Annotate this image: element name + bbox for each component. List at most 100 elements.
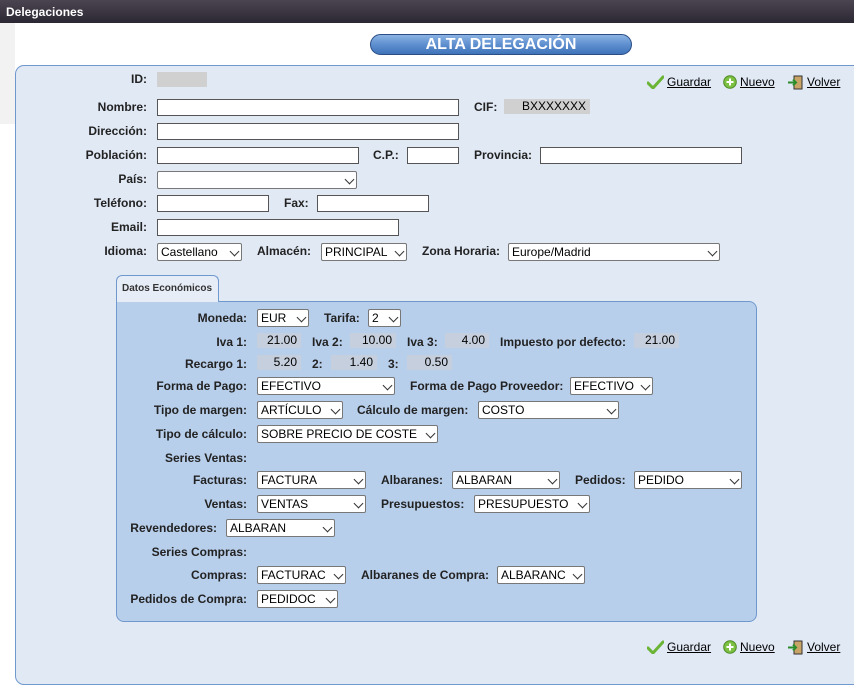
tarifa-value: 2	[372, 311, 379, 325]
recargo1-label: Recargo 1:	[184, 357, 247, 371]
iva3-label: Iva 3:	[407, 335, 438, 349]
ventas-select[interactable]: VENTAS	[257, 495, 366, 513]
chevron-down-icon	[394, 246, 405, 257]
plus-circle-icon	[723, 75, 737, 89]
pedidos-compra-label: Pedidos de Compra:	[130, 592, 247, 606]
presupuestos-select[interactable]: PRESUPUESTO	[474, 495, 590, 513]
provincia-label: Provincia:	[474, 148, 533, 162]
window-title: Delegaciones	[0, 0, 854, 23]
chevron-down-icon	[330, 404, 341, 415]
almacen-value: PRINCIPAL	[325, 245, 388, 259]
telefono-label: Teléfono:	[93, 196, 147, 210]
zona-horaria-label: Zona Horaria:	[422, 244, 501, 258]
id-value	[157, 72, 207, 87]
facturas-value: FACTURA	[261, 473, 318, 487]
chevron-down-icon	[322, 522, 333, 533]
left-strip	[0, 23, 15, 124]
cp-input[interactable]	[407, 147, 459, 164]
pedidos-compra-value: PEDIDOC	[261, 592, 316, 606]
zona-horaria-select[interactable]: Europe/Madrid	[508, 243, 720, 261]
email-input[interactable]	[157, 219, 399, 236]
nombre-input[interactable]	[157, 99, 459, 116]
albaranes-select[interactable]: ALBARAN	[452, 471, 560, 489]
moneda-value: EUR	[261, 311, 287, 325]
new-action-top[interactable]: Nuevo	[723, 73, 775, 91]
pais-select[interactable]	[157, 171, 357, 189]
almacen-select[interactable]: PRINCIPAL	[321, 243, 407, 261]
exit-door-icon	[788, 75, 803, 89]
tipo-calculo-label: Tipo de cálculo:	[155, 427, 247, 441]
presupuestos-value: PRESUPUESTO	[478, 497, 569, 511]
chevron-down-icon	[296, 312, 307, 323]
page-title: ALTA DELEGACIÓN	[370, 34, 632, 55]
tipo-calculo-select[interactable]: SOBRE PRECIO DE COSTE	[257, 425, 438, 443]
calculo-margen-select[interactable]: COSTO	[478, 401, 619, 419]
chevron-down-icon	[707, 246, 718, 257]
impuesto-defecto-label: Impuesto por defecto:	[500, 335, 627, 349]
chevron-down-icon	[729, 474, 740, 485]
tipo-margen-label: Tipo de margen:	[153, 403, 247, 417]
revendedores-select[interactable]: ALBARAN	[226, 519, 335, 537]
save-action-bottom[interactable]: Guardar	[647, 638, 711, 656]
exit-door-icon	[788, 640, 803, 654]
chevron-down-icon	[547, 474, 558, 485]
chevron-down-icon	[382, 380, 393, 391]
fax-input[interactable]	[317, 195, 429, 212]
back-link[interactable]: Volver	[807, 75, 840, 89]
fax-label: Fax:	[284, 196, 309, 210]
back-action-bottom[interactable]: Volver	[787, 638, 840, 656]
chevron-down-icon	[344, 174, 355, 185]
facturas-select[interactable]: FACTURA	[257, 471, 366, 489]
tarifa-label: Tarifa:	[324, 311, 360, 325]
revendedores-label: Revendedores:	[130, 521, 217, 535]
save-link[interactable]: Guardar	[667, 75, 711, 89]
compras-select[interactable]: FACTURAC	[257, 566, 346, 584]
forma-pago-proveedor-value: EFECTIVO	[574, 379, 635, 393]
tipo-margen-value: ARTÍCULO	[261, 403, 322, 417]
forma-pago-proveedor-select[interactable]: EFECTIVO	[570, 377, 653, 395]
back-action-top[interactable]: Volver	[787, 73, 840, 91]
direccion-label: Dirección:	[88, 124, 147, 138]
direccion-input[interactable]	[157, 123, 459, 140]
facturas-label: Facturas:	[192, 473, 247, 487]
poblacion-input[interactable]	[157, 147, 359, 164]
poblacion-label: Población:	[85, 148, 147, 162]
series-ventas-heading: Series Ventas:	[164, 451, 247, 465]
provincia-input[interactable]	[540, 147, 742, 164]
chevron-down-icon	[388, 312, 399, 323]
calculo-margen-label: Cálculo de margen:	[357, 403, 469, 417]
pedidos-label: Pedidos:	[575, 473, 626, 487]
moneda-select[interactable]: EUR	[257, 309, 309, 327]
forma-pago-select[interactable]: EFECTIVO	[257, 377, 395, 395]
telefono-input[interactable]	[157, 195, 269, 212]
back-link[interactable]: Volver	[807, 640, 840, 654]
chevron-down-icon	[325, 593, 336, 604]
cif-value: BXXXXXXX	[504, 99, 590, 114]
cp-label: C.P.:	[373, 148, 399, 162]
idioma-select[interactable]: Castellano	[157, 243, 242, 261]
save-link[interactable]: Guardar	[667, 640, 711, 654]
albaranes-compra-value: ALBARANC	[501, 568, 566, 582]
idioma-label: Idioma:	[104, 244, 147, 258]
chevron-down-icon	[229, 246, 240, 257]
pedidos-value: PEDIDO	[638, 473, 685, 487]
pedidos-compra-select[interactable]: PEDIDOC	[257, 590, 338, 608]
albaranes-compra-select[interactable]: ALBARANC	[497, 566, 585, 584]
chevron-down-icon	[333, 569, 344, 580]
revendedores-value: ALBARAN	[230, 521, 287, 535]
tab-datos-economicos[interactable]: Datos Económicos	[116, 275, 219, 302]
pedidos-select[interactable]: PEDIDO	[634, 471, 742, 489]
chevron-down-icon	[640, 380, 651, 391]
tarifa-select[interactable]: 2	[368, 309, 401, 327]
new-link[interactable]: Nuevo	[740, 640, 775, 654]
calculo-margen-value: COSTO	[482, 403, 525, 417]
idioma-value: Castellano	[161, 245, 218, 259]
moneda-label: Moneda:	[197, 311, 247, 325]
compras-value: FACTURAC	[261, 568, 326, 582]
new-link[interactable]: Nuevo	[740, 75, 775, 89]
new-action-bottom[interactable]: Nuevo	[723, 638, 775, 656]
save-action-top[interactable]: Guardar	[647, 73, 711, 91]
tipo-margen-select[interactable]: ARTÍCULO	[257, 401, 343, 419]
iva2-value: 10.00	[350, 333, 396, 348]
ventas-value: VENTAS	[261, 497, 309, 511]
